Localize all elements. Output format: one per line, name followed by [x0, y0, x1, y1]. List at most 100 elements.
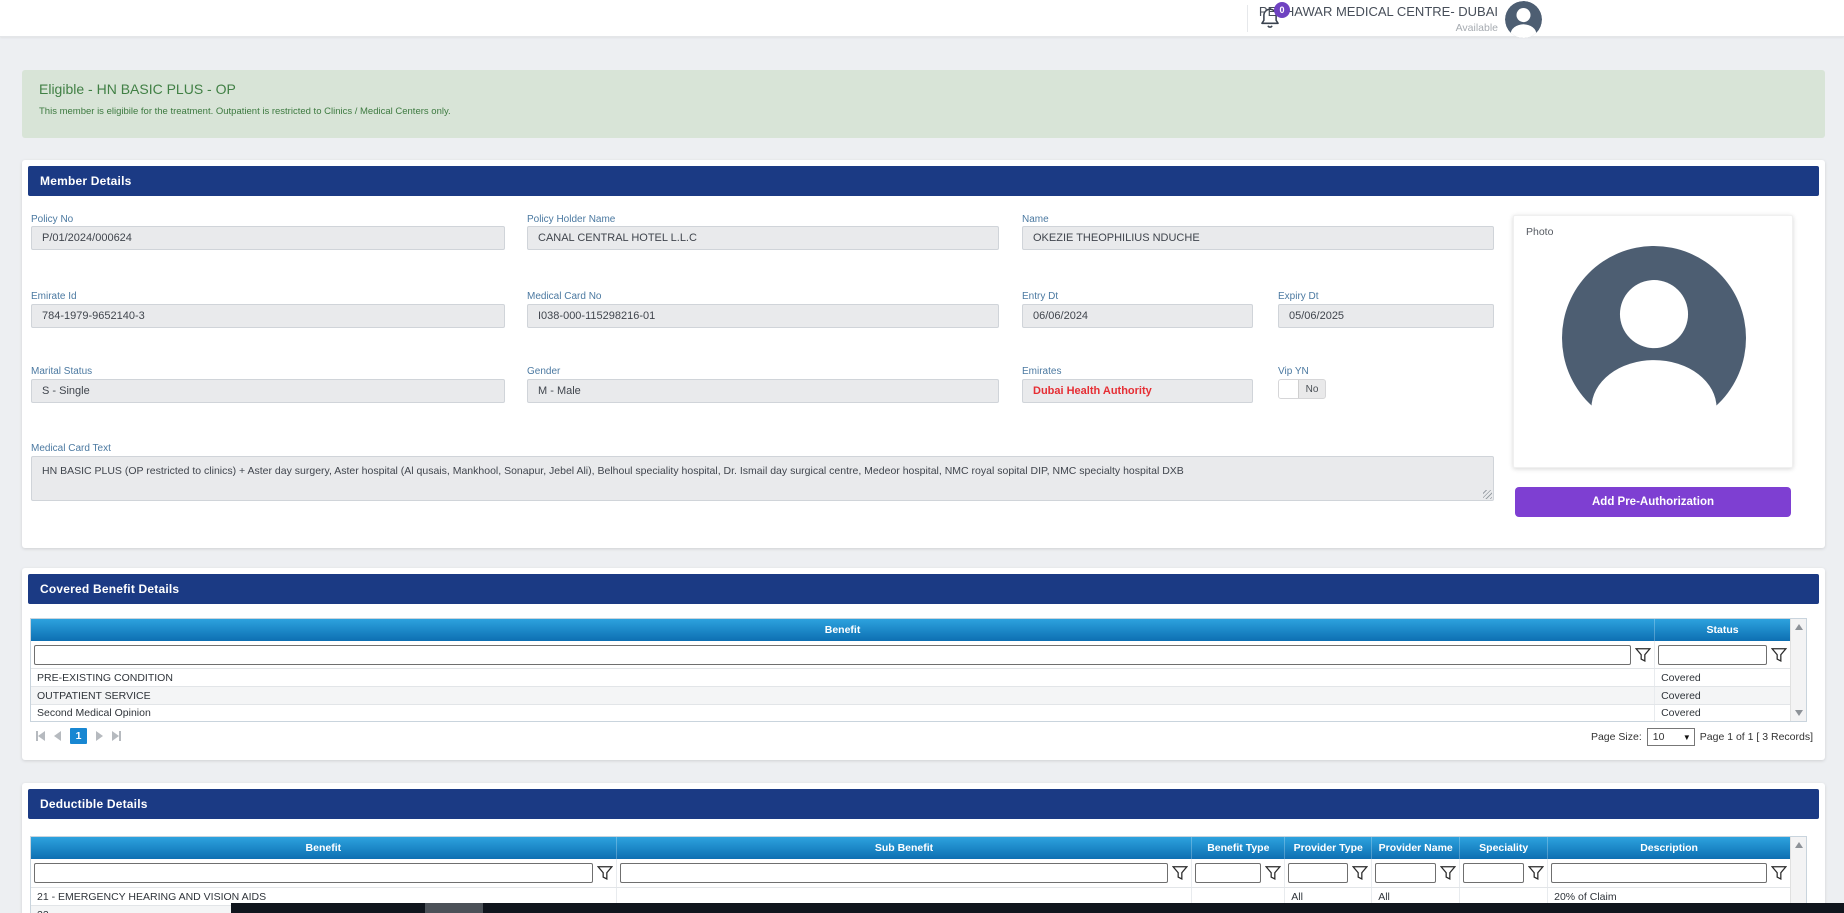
emirates-label: Emirates	[1022, 366, 1061, 377]
covered-pager: 1	[36, 728, 121, 744]
user-avatar[interactable]	[1505, 1, 1542, 38]
medical-card-text-area[interactable]: HN BASIC PLUS (OP restricted to clinics)…	[31, 456, 1494, 501]
filter-icon[interactable]	[1265, 865, 1281, 881]
gender-label: Gender	[527, 366, 560, 377]
entry-dt-field: 06/06/2024	[1022, 304, 1253, 328]
covered-row-status: Covered	[1655, 669, 1790, 686]
filter-icon[interactable]	[1635, 647, 1651, 663]
covered-benefits-table: Benefit Status PRE-EXISTING CONDITION Co…	[30, 618, 1807, 722]
scroll-up-icon[interactable]	[1795, 624, 1803, 630]
top-bar: 0 PESHAWAR MEDICAL CENTRE- DUBAI Availab…	[0, 0, 1844, 37]
policy-holder-label: Policy Holder Name	[527, 214, 615, 225]
covered-benefit-filter-input[interactable]	[34, 645, 1631, 665]
policy-no-field: P/01/2024/000624	[31, 226, 505, 250]
filter-icon[interactable]	[1771, 865, 1787, 881]
emirate-id-field: 784-1979-9652140-3	[31, 304, 505, 328]
deductible-filter-cell	[31, 859, 617, 887]
page-size-label: Page Size:	[1591, 731, 1642, 743]
filter-icon[interactable]	[1440, 865, 1456, 881]
deductible-details-header: Deductible Details	[28, 789, 1819, 819]
chevron-down-icon: ▼	[1683, 733, 1691, 742]
emirate-id-label: Emirate Id	[31, 291, 77, 302]
deductible-provider-name-filter-input[interactable]	[1375, 863, 1436, 883]
covered-row[interactable]: PRE-EXISTING CONDITION Covered	[31, 668, 1806, 686]
vip-toggle-value: No	[1299, 380, 1325, 398]
deductible-speciality-filter-input[interactable]	[1463, 863, 1524, 883]
covered-row[interactable]: Second Medical Opinion Covered	[31, 704, 1806, 721]
member-details-title: Member Details	[40, 174, 132, 188]
deductible-col-speciality[interactable]: Speciality	[1460, 837, 1548, 859]
availability-status: Available	[1250, 22, 1498, 34]
filter-icon[interactable]	[1528, 865, 1544, 881]
deductible-provider-type-filter-input[interactable]	[1288, 863, 1348, 883]
covered-row-benefit: OUTPATIENT SERVICE	[31, 687, 1655, 704]
covered-row-status: Covered	[1655, 705, 1790, 721]
deductible-col-benefit[interactable]: Benefit	[31, 837, 617, 859]
filter-icon[interactable]	[1172, 865, 1188, 881]
member-details-section: Member Details Policy No P/01/2024/00062…	[22, 160, 1825, 548]
covered-col-status[interactable]: Status	[1655, 619, 1790, 641]
vip-yn-label: Vip YN	[1278, 366, 1309, 377]
deductible-filter-cell	[617, 859, 1193, 887]
add-pre-authorization-button[interactable]: Add Pre-Authorization	[1515, 487, 1791, 517]
covered-filter-row	[31, 641, 1806, 668]
marital-status-label: Marital Status	[31, 366, 92, 377]
covered-status-filter-input[interactable]	[1658, 645, 1767, 665]
deductible-col-description[interactable]: Description	[1548, 837, 1790, 859]
deductible-sub-benefit-filter-input[interactable]	[620, 863, 1169, 883]
resize-grip-icon[interactable]	[1483, 490, 1492, 499]
medical-card-no-label: Medical Card No	[527, 291, 601, 302]
deductible-benefit-type-filter-input[interactable]	[1195, 863, 1261, 883]
vip-toggle-knob	[1279, 380, 1299, 398]
deductible-col-provider-type[interactable]: Provider Type	[1285, 837, 1372, 859]
policy-no-label: Policy No	[31, 214, 73, 225]
entry-dt-label: Entry Dt	[1022, 291, 1058, 302]
deductible-col-benefit-type[interactable]: Benefit Type	[1192, 837, 1285, 859]
covered-benefit-filter-cell	[31, 641, 1655, 668]
pager-current-page[interactable]: 1	[70, 728, 87, 744]
scroll-down-icon[interactable]	[1795, 710, 1803, 716]
emirates-value: Dubai Health Authority	[1033, 385, 1152, 397]
photo-panel: Photo	[1513, 215, 1793, 468]
pager-prev-button[interactable]	[54, 731, 61, 741]
deductible-table-header-row: Benefit Sub Benefit Benefit Type Provide…	[31, 837, 1806, 859]
eligibility-banner: Eligible - HN BASIC PLUS - OP This membe…	[22, 70, 1825, 138]
pager-first-button[interactable]	[36, 731, 45, 741]
covered-page-info: Page Size: 10 ▼ Page 1 of 1 [ 3 Records]	[1591, 728, 1813, 746]
covered-table-header-row: Benefit Status	[31, 619, 1806, 641]
deductible-filter-row	[31, 859, 1806, 887]
bottom-scrollbar-thumb[interactable]	[425, 903, 483, 913]
covered-benefits-title: Covered Benefit Details	[40, 582, 179, 596]
vip-toggle[interactable]: No	[1278, 379, 1326, 399]
filter-icon[interactable]	[597, 865, 613, 881]
photo-label: Photo	[1526, 226, 1553, 238]
name-label: Name	[1022, 214, 1049, 225]
covered-row-benefit: PRE-EXISTING CONDITION	[31, 669, 1655, 686]
name-field: OKEZIE THEOPHILIUS NDUCHE	[1022, 226, 1494, 250]
medical-card-text-label: Medical Card Text	[31, 443, 111, 454]
deductible-filter-cell	[1192, 859, 1285, 887]
gender-field: M - Male	[527, 379, 999, 403]
covered-row[interactable]: OUTPATIENT SERVICE Covered	[31, 686, 1806, 704]
covered-row-benefit: Second Medical Opinion	[31, 705, 1655, 721]
covered-col-benefit[interactable]: Benefit	[31, 619, 1655, 641]
deductible-description-filter-input[interactable]	[1551, 863, 1767, 883]
member-details-header: Member Details	[28, 166, 1819, 196]
pager-last-button[interactable]	[112, 731, 121, 741]
filter-icon[interactable]	[1771, 647, 1787, 663]
deductible-filter-cell	[1372, 859, 1460, 887]
filter-icon[interactable]	[1352, 865, 1368, 881]
deductible-col-provider-name[interactable]: Provider Name	[1372, 837, 1460, 859]
page-size-select[interactable]: 10 ▼	[1647, 728, 1695, 746]
covered-row-status: Covered	[1655, 687, 1790, 704]
eligibility-title: Eligible - HN BASIC PLUS - OP	[39, 81, 1808, 97]
scroll-up-icon[interactable]	[1795, 842, 1803, 848]
deductible-filter-cell	[1285, 859, 1372, 887]
covered-table-scrollbar[interactable]	[1790, 619, 1806, 721]
pager-next-button[interactable]	[96, 731, 103, 741]
deductible-table-scrollbar[interactable]	[1790, 837, 1806, 913]
deductible-filter-cell	[1460, 859, 1548, 887]
deductible-col-sub-benefit[interactable]: Sub Benefit	[617, 837, 1193, 859]
expiry-dt-field: 05/06/2025	[1278, 304, 1494, 328]
deductible-benefit-filter-input[interactable]	[34, 863, 593, 883]
